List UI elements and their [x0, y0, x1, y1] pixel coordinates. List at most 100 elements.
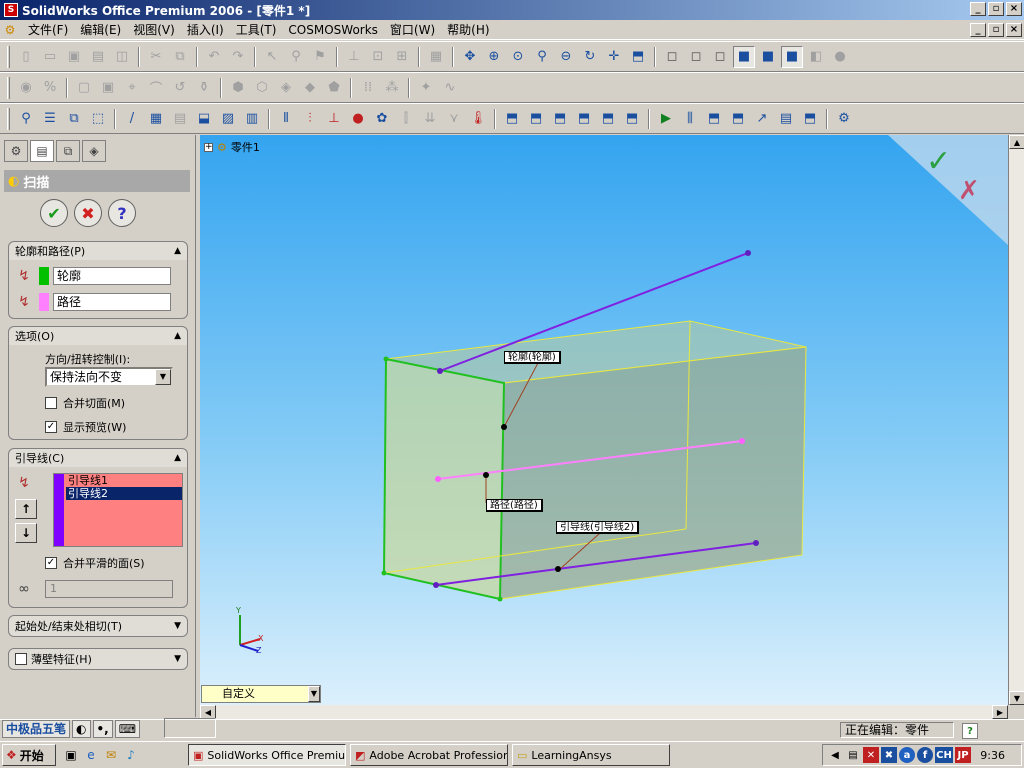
fillet-sketch-icon[interactable]: ↺ [169, 77, 191, 99]
revolve-icon[interactable]: ⬢ [227, 77, 249, 99]
chevron-down-icon[interactable]: ▼ [308, 686, 320, 702]
new-file-icon[interactable]: ▯ [15, 46, 37, 68]
menu-window[interactable]: 窗口(W) [384, 21, 441, 39]
document-icon[interactable]: ⚙ [2, 22, 18, 38]
rotate-view-icon[interactable]: ↻ [579, 46, 601, 68]
zoom-icon[interactable]: ⚲ [15, 108, 37, 130]
analysis-icon[interactable]: ⫶ [299, 108, 321, 130]
guide-curves-list[interactable]: 引导线1 引导线2 [53, 473, 183, 547]
hidden-lines-removed-icon[interactable]: ◻ [709, 46, 731, 68]
assembly-icon[interactable]: ⬚ [87, 108, 109, 130]
material-icon[interactable]: ⊞ [391, 46, 413, 68]
media-icon[interactable]: ♪ [122, 746, 140, 764]
lang-jp-icon[interactable]: JP [955, 747, 971, 763]
study-2-icon[interactable]: ⬒ [703, 108, 725, 130]
ime-keyboard-icon[interactable]: ⌨ [114, 720, 141, 738]
menu-edit[interactable]: 编辑(E) [74, 21, 127, 39]
move-down-button[interactable]: ↓ [15, 523, 37, 543]
tab-cosmos-manager[interactable]: ◈ [82, 140, 106, 162]
scroll-right-icon[interactable]: ▶ [992, 705, 1008, 719]
shaded-icon[interactable]: ■ [757, 46, 779, 68]
linear-pattern-icon[interactable]: ⁞⁞ [357, 77, 379, 99]
base-flange-icon[interactable]: ⬓ [193, 108, 215, 130]
fixture-icon[interactable]: ⊥ [323, 108, 345, 130]
ime-moon-icon[interactable]: ◐ [72, 720, 91, 738]
tab-property-manager[interactable]: ▤ [30, 140, 54, 162]
menu-cosmosworks[interactable]: COSMOSWorks [282, 21, 384, 39]
layer-icon[interactable]: ▨ [217, 108, 239, 130]
horizontal-scrollbar[interactable]: ◀ ▶ [200, 705, 1008, 719]
vertical-scrollbar[interactable]: ▲ ▼ [1008, 135, 1024, 705]
thermometer-icon[interactable]: 🌡 [467, 108, 489, 130]
zoom-selection-icon[interactable]: ⊖ [555, 46, 577, 68]
reference-geometry-icon[interactable]: ✦ [415, 77, 437, 99]
realview-icon[interactable]: ● [829, 46, 851, 68]
menu-tools[interactable]: 工具(T) [230, 21, 283, 39]
ime-punct-icon[interactable]: •, [92, 720, 113, 738]
shell-icon[interactable]: ◈ [275, 77, 297, 99]
loft-icon[interactable]: ⬡ [251, 77, 273, 99]
wireframe-icon[interactable]: ◻ [661, 46, 683, 68]
toolbox-3-icon[interactable]: ⬒ [549, 108, 571, 130]
select-icon[interactable]: ↖ [261, 46, 283, 68]
rib-icon[interactable]: ◆ [299, 77, 321, 99]
scroll-up-icon[interactable]: ▲ [1009, 135, 1024, 149]
facebook-icon[interactable]: f [917, 747, 933, 763]
list-icon[interactable]: ☰ [39, 108, 61, 130]
menu-insert[interactable]: 插入(I) [181, 21, 230, 39]
show-preview-checkbox[interactable]: ✓ [45, 421, 57, 433]
help-status-icon[interactable]: ? [962, 723, 978, 739]
show-sections-icon[interactable]: ∞ [13, 579, 35, 599]
study-icon[interactable]: ⫼ [679, 108, 701, 130]
study-3-icon[interactable]: ⬒ [727, 108, 749, 130]
collapse-up-icon[interactable]: ▲ [174, 453, 181, 463]
guide-item-1[interactable]: 引导线1 [66, 474, 182, 487]
view-config-combo[interactable]: 自定义 ▼ [201, 685, 321, 703]
mesh-icon[interactable]: ⫿ [395, 108, 417, 130]
messenger-icon[interactable]: ✖ [881, 747, 897, 763]
ok-button[interactable]: ✔ [40, 199, 68, 227]
menu-view[interactable]: 视图(V) [127, 21, 181, 39]
extrude-boss-icon[interactable]: ◉ [15, 77, 37, 99]
line-icon[interactable]: / [121, 108, 143, 130]
toolbox-2-icon[interactable]: ⬒ [525, 108, 547, 130]
table-icon[interactable]: ▥ [241, 108, 263, 130]
toolbox-1-icon[interactable]: ⬒ [501, 108, 523, 130]
mirror-icon[interactable]: ⚱ [193, 77, 215, 99]
dimension-icon[interactable]: ⊥ [343, 46, 365, 68]
zoom-inout-icon[interactable]: ⚲ [531, 46, 553, 68]
lang-ch-icon[interactable]: CH [935, 747, 953, 763]
undo-icon[interactable]: ↶ [203, 46, 225, 68]
standard-views-icon[interactable]: ⬒ [627, 46, 649, 68]
select-filter-icon[interactable]: ⚲ [285, 46, 307, 68]
copy-icon[interactable]: ⧉ [169, 46, 191, 68]
sketch-offset-icon[interactable]: ▢ [73, 77, 95, 99]
minimize-button[interactable]: _ [970, 2, 986, 16]
guide-item-2[interactable]: 引导线2 [66, 487, 182, 500]
network-icon[interactable]: ▤ [845, 747, 861, 763]
task-learningansys[interactable]: ▭ LearningAnsys [512, 744, 670, 766]
graphics-area[interactable]: + ⚙ 零件1 ✓ ✗ Y X Z 轮廓(轮廓) 路径(路径) 引导线(引导线2… [200, 135, 1008, 705]
doc-minimize-button[interactable]: _ [970, 23, 986, 37]
start-button[interactable]: ❖ 开始 [2, 744, 56, 766]
grid-icon[interactable]: ▦ [425, 46, 447, 68]
cosmos-icon[interactable]: ✿ [371, 108, 393, 130]
report-icon[interactable]: ▤ [775, 108, 797, 130]
grid-snap-icon[interactable]: ▦ [145, 108, 167, 130]
thin-feature-group[interactable]: 薄壁特征(H) ▼ [8, 648, 188, 670]
info-icon[interactable]: a [899, 747, 915, 763]
toolbox-5-icon[interactable]: ⬒ [597, 108, 619, 130]
options-gear-icon[interactable]: ⚙ [833, 108, 855, 130]
save-icon[interactable]: ▣ [63, 46, 85, 68]
scroll-left-icon[interactable]: ◀ [200, 705, 216, 719]
stack-icon[interactable]: ▤ [169, 108, 191, 130]
chevron-down-icon[interactable]: ▼ [155, 369, 171, 385]
tab-configuration-manager[interactable]: ⧉ [56, 140, 80, 162]
expand-down-icon[interactable]: ▼ [174, 621, 181, 631]
trim-icon[interactable]: ⌖ [121, 77, 143, 99]
toolbar-grip[interactable] [7, 76, 10, 99]
print-icon[interactable]: ▤ [87, 46, 109, 68]
pan-icon[interactable]: ✛ [603, 46, 625, 68]
weld-icon[interactable]: ⫴ [275, 108, 297, 130]
run-icon[interactable]: ▶ [655, 108, 677, 130]
